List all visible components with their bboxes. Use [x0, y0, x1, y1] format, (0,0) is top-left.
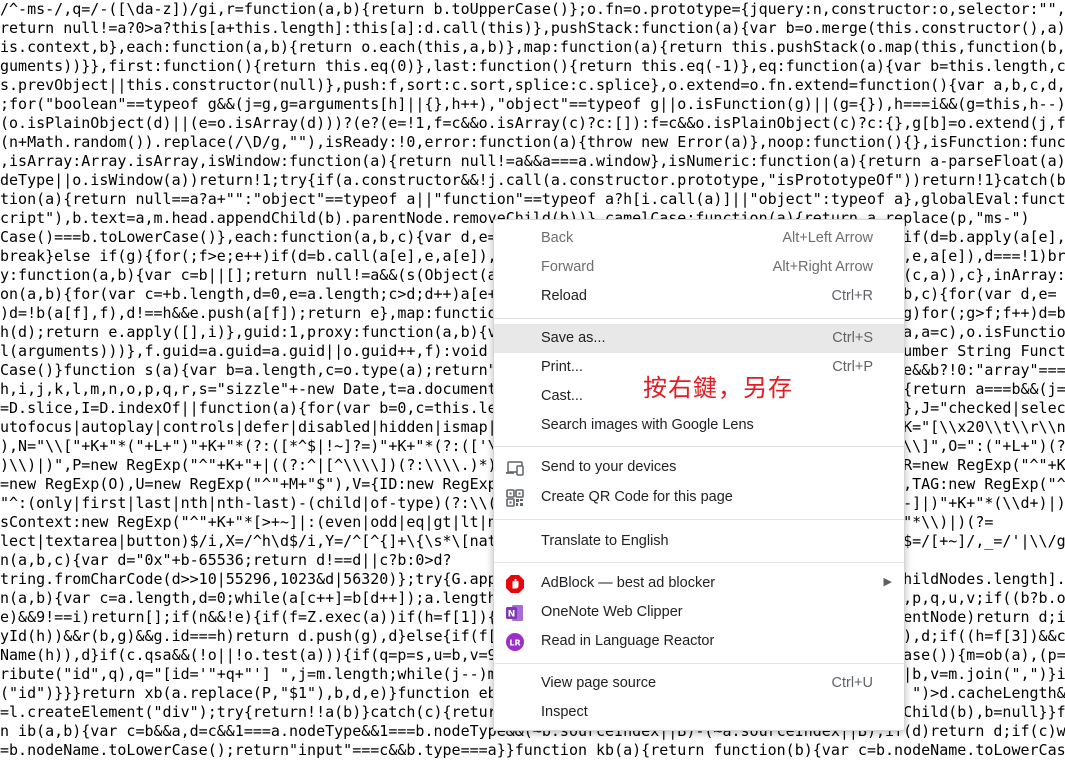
context-menu: Back Alt+Left Arrow Forward Alt+Right Ar… — [493, 219, 905, 731]
menu-item-label: View page source — [541, 675, 657, 691]
menu-item-search-lens[interactable]: Search images with Google Lens — [494, 411, 904, 440]
menu-item-back[interactable]: Back Alt+Left Arrow — [494, 224, 904, 253]
menu-item-label: Translate to English — [541, 533, 669, 549]
code-line: is.context,b},each:function(a,b){return … — [0, 38, 1065, 56]
menu-item-shortcut: Ctrl+U — [831, 675, 874, 691]
svg-text:LR: LR — [509, 639, 520, 648]
menu-item-label: Create QR Code for this page — [541, 489, 733, 505]
code-line: /^-ms-/,q=/-([\da-z])/gi,r=function(a,b)… — [0, 0, 1065, 18]
menu-item-label: Save as... — [541, 330, 606, 346]
menu-item-shortcut: Alt+Right Arrow — [772, 259, 873, 275]
menu-item-qr-code[interactable]: Create QR Code for this page — [494, 483, 904, 512]
menu-item-shortcut: Ctrl+S — [832, 330, 873, 346]
menu-item-inspect[interactable]: Inspect — [494, 698, 904, 727]
menu-item-reload[interactable]: Reload Ctrl+R — [494, 282, 904, 311]
menu-item-send-to-devices[interactable]: Send to your devices — [494, 453, 904, 482]
annotation-text: 按右鍵，另存 — [643, 374, 793, 402]
svg-text:N: N — [508, 610, 516, 620]
code-line: s.prevObject||this.constructor(null)},pu… — [0, 76, 1065, 94]
code-line: (o.isPlainObject(d)||(e=o.isArray(d)))?(… — [0, 114, 1065, 132]
menu-separator — [494, 318, 904, 319]
menu-item-shortcut: Ctrl+P — [832, 359, 873, 375]
menu-item-label: Forward — [541, 259, 595, 275]
code-line: tion(a){return null==a?a+"":"object"==ty… — [0, 190, 1065, 208]
code-line: (n+Math.random()).replace(/\D/g,""),isRe… — [0, 133, 1065, 151]
code-line: return null!=a?0>a?this[a+this.length]:t… — [0, 19, 1065, 37]
adblock-icon — [504, 573, 526, 595]
qr-code-icon — [504, 487, 526, 509]
menu-item-shortcut: Alt+Left Arrow — [782, 230, 873, 246]
devices-icon — [504, 457, 526, 479]
menu-item-label: Inspect — [541, 704, 588, 720]
code-line: =b.nodeName.toLowerCase();return"input"=… — [0, 741, 1065, 759]
menu-item-label: AdBlock — best ad blocker — [541, 575, 716, 591]
menu-item-adblock[interactable]: AdBlock — best ad blocker ▶ — [494, 569, 904, 598]
code-line: deType||o.isWindow(a))return!1;try{if(a.… — [0, 171, 1065, 189]
menu-item-label: Reload — [541, 288, 587, 304]
menu-separator — [494, 562, 904, 563]
menu-item-label: OneNote Web Clipper — [541, 604, 683, 620]
code-line: guments))}},first:function(){return this… — [0, 57, 1065, 75]
menu-item-view-source[interactable]: View page source Ctrl+U — [494, 669, 904, 698]
menu-item-shortcut: Ctrl+R — [831, 288, 874, 304]
menu-item-onenote[interactable]: N OneNote Web Clipper — [494, 598, 904, 627]
menu-item-label: Cast... — [541, 388, 583, 404]
language-reactor-icon: LR — [504, 631, 526, 653]
menu-item-label: Back — [541, 230, 574, 246]
menu-item-label: Read in Language Reactor — [541, 633, 715, 649]
submenu-arrow-icon: ▶ — [883, 576, 892, 588]
menu-separator — [494, 519, 904, 520]
code-line: ;for("boolean"==typeof g&&(j=g,g=argumen… — [0, 95, 1065, 113]
menu-item-label: Print... — [541, 359, 583, 375]
code-line: ,isArray:Array.isArray,isWindow:function… — [0, 152, 1065, 170]
menu-item-label: Send to your devices — [541, 459, 677, 475]
code-line: n(a,b,c){var d="0x"+b-65536;return d!==d… — [0, 551, 452, 569]
menu-item-language-reactor[interactable]: LR Read in Language Reactor — [494, 627, 904, 656]
menu-item-forward[interactable]: Forward Alt+Right Arrow — [494, 253, 904, 282]
menu-separator — [494, 446, 904, 447]
onenote-icon: N — [504, 602, 526, 624]
menu-item-save-as[interactable]: Save as... Ctrl+S — [494, 324, 904, 353]
menu-item-translate[interactable]: Translate to English — [494, 527, 904, 556]
menu-separator — [494, 663, 904, 664]
menu-item-label: Search images with Google Lens — [541, 417, 754, 433]
